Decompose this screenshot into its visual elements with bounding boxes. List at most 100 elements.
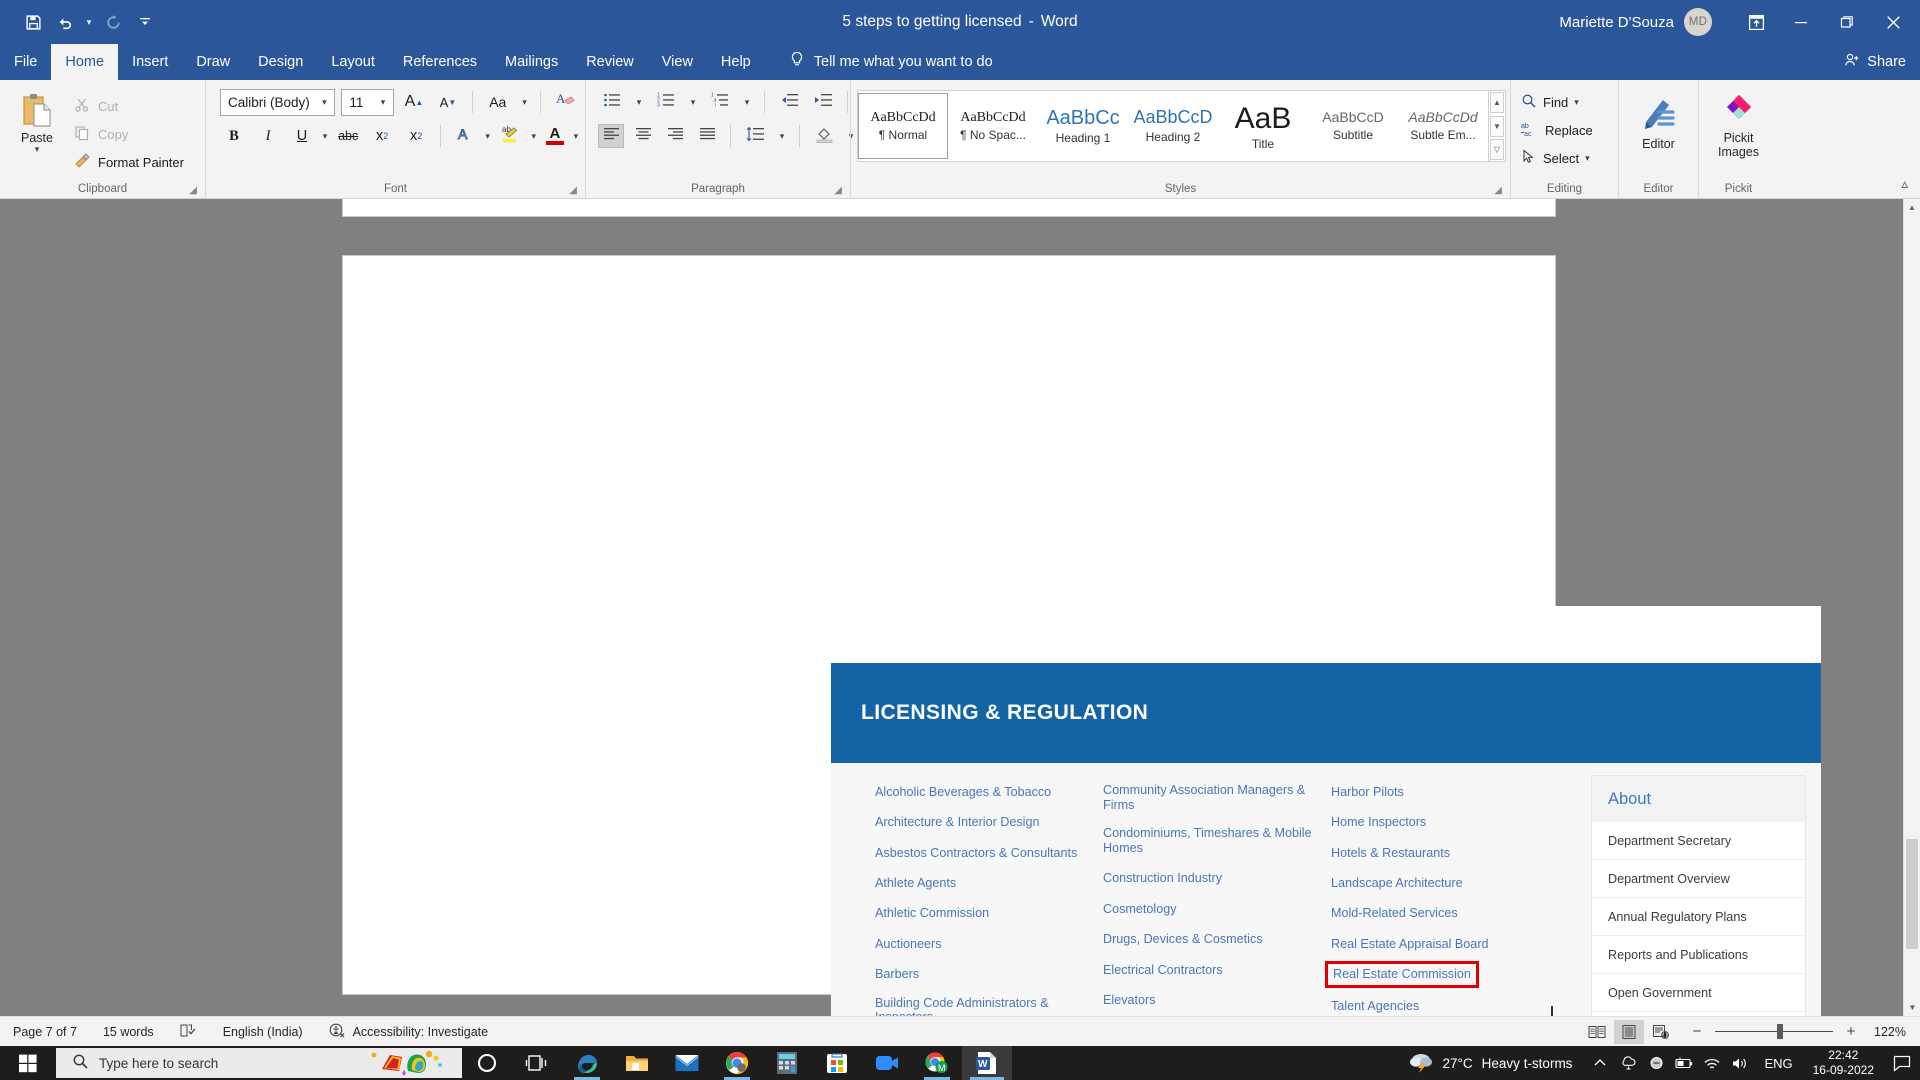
styles-scrollbar[interactable]: ▲ ▼ ▽	[1488, 91, 1505, 161]
format-painter-button[interactable]: Format Painter	[68, 149, 184, 175]
replace-button[interactable]: ab ac Replace	[1521, 118, 1593, 143]
zoom-out-button[interactable]: −	[1688, 1023, 1706, 1040]
paste-chevron-down-icon[interactable]: ▾	[35, 145, 40, 154]
google-chrome-icon[interactable]	[712, 1046, 762, 1080]
tab-home[interactable]: Home	[51, 44, 119, 80]
style-title[interactable]: AaB Title	[1218, 93, 1308, 159]
align-center-button[interactable]	[630, 124, 656, 148]
task-view-icon[interactable]	[512, 1046, 562, 1080]
about-item-reports-and-publications[interactable]: Reports and Publications	[1592, 936, 1805, 974]
style-subtle-emphasis[interactable]: AaBbCcDd Subtle Em...	[1398, 93, 1488, 159]
battery-icon[interactable]	[1670, 1046, 1698, 1080]
link-alcoholic-beverages-tobacco[interactable]: Alcoholic Beverages & Tobacco	[875, 785, 1103, 800]
shrink-font-button[interactable]: A ▼	[434, 88, 462, 116]
link-athlete-agents[interactable]: Athlete Agents	[875, 876, 1103, 891]
numbering-button[interactable]: 123	[652, 88, 680, 116]
scroll-down-icon[interactable]: ▼	[1904, 999, 1920, 1016]
link-asbestos-contractors-consultants[interactable]: Asbestos Contractors & Consultants	[875, 846, 1103, 861]
link-mold-related-services[interactable]: Mold-Related Services	[1331, 906, 1559, 921]
tab-view[interactable]: View	[648, 44, 707, 80]
align-left-button[interactable]	[598, 124, 624, 148]
zoom-slider[interactable]: − +	[1688, 1023, 1860, 1040]
style-heading-2[interactable]: AaBbCcD Heading 2	[1128, 93, 1218, 159]
page-indicator[interactable]: Page 7 of 7	[0, 1025, 90, 1039]
file-explorer-icon[interactable]	[612, 1046, 662, 1080]
change-case-button[interactable]: Aa	[483, 88, 513, 116]
styles-scroll-up-icon[interactable]: ▲	[1490, 92, 1504, 113]
scrollbar-thumb[interactable]	[1906, 839, 1918, 949]
link-real-estate-commission-highlighted[interactable]: Real Estate Commission	[1325, 961, 1479, 988]
link-landscape-architecture[interactable]: Landscape Architecture	[1331, 876, 1559, 891]
text-highlight-chevron-down-icon[interactable]: ▾	[531, 131, 537, 142]
multilevel-list-button[interactable]: 1ai	[706, 88, 734, 116]
align-right-button[interactable]	[662, 124, 688, 148]
weather-widget[interactable]: 27°C Heavy t-storms	[1408, 1050, 1587, 1077]
accessibility-status[interactable]: Accessibility: Investigate	[316, 1022, 501, 1041]
about-item-department-overview[interactable]: Department Overview	[1592, 860, 1805, 898]
text-effects-button[interactable]: A	[451, 122, 479, 150]
undo-icon[interactable]	[50, 7, 80, 37]
styles-dialog-launcher-icon[interactable]: ◢	[1494, 185, 1502, 196]
multilevel-list-chevron-down-icon[interactable]: ▾	[740, 97, 754, 108]
numbering-chevron-down-icon[interactable]: ▾	[686, 97, 700, 108]
zoom-icon[interactable]	[862, 1046, 912, 1080]
underline-button[interactable]: U	[288, 122, 316, 150]
styles-scroll-down-icon[interactable]: ▼	[1490, 115, 1504, 137]
zoom-in-button[interactable]: +	[1842, 1023, 1860, 1040]
link-elevators[interactable]: Elevators	[1103, 993, 1331, 1008]
clock[interactable]: 22:42 16-09-2022	[1803, 1048, 1884, 1078]
avatar[interactable]: MD	[1684, 8, 1712, 36]
paragraph-dialog-launcher-icon[interactable]: ◢	[834, 185, 842, 196]
underline-chevron-down-icon[interactable]: ▾	[322, 131, 328, 142]
microsoft-store-icon[interactable]	[812, 1046, 862, 1080]
tell-me-search[interactable]: Tell me what you want to do	[765, 44, 993, 80]
font-name-combobox[interactable]: Calibri (Body) ▾	[220, 88, 336, 116]
zoom-thumb[interactable]	[1777, 1024, 1784, 1039]
redo-icon[interactable]	[98, 7, 128, 37]
link-talent-agencies[interactable]: Talent Agencies	[1331, 999, 1559, 1014]
justify-button[interactable]	[694, 124, 720, 148]
text-effects-chevron-down-icon[interactable]: ▾	[485, 131, 491, 142]
shading-button[interactable]	[810, 122, 838, 150]
font-size-combobox[interactable]: 11 ▾	[341, 88, 394, 116]
close-icon[interactable]	[1870, 0, 1916, 44]
style-normal[interactable]: AaBbCcDd ¶ Normal	[858, 93, 948, 159]
link-auctioneers[interactable]: Auctioneers	[875, 937, 1103, 952]
link-cosmetology[interactable]: Cosmetology	[1103, 902, 1331, 917]
link-harbor-pilots[interactable]: Harbor Pilots	[1331, 785, 1559, 800]
document-page[interactable]: LICENSING & REGULATION Alcoholic Beverag…	[342, 255, 1821, 1016]
start-icon[interactable]	[0, 1046, 56, 1080]
tab-help[interactable]: Help	[707, 44, 765, 80]
view-print-layout-button[interactable]	[1614, 1019, 1645, 1044]
link-condominiums-timeshares-mobile-homes[interactable]: Condominiums, Timeshares & Mobile Homes	[1103, 826, 1331, 856]
link-construction-industry[interactable]: Construction Industry	[1103, 871, 1331, 886]
language-indicator[interactable]: English (India)	[210, 1025, 316, 1039]
line-spacing-chevron-down-icon[interactable]: ▾	[775, 131, 789, 142]
save-icon[interactable]	[18, 7, 48, 37]
network-icon[interactable]	[1698, 1046, 1726, 1080]
tab-mailings[interactable]: Mailings	[491, 44, 572, 80]
link-drugs-devices-cosmetics[interactable]: Drugs, Devices & Cosmetics	[1103, 932, 1331, 947]
copy-button[interactable]: Copy	[68, 121, 184, 147]
about-item-open-government[interactable]: Open Government	[1592, 974, 1805, 1012]
font-name-chevron-down-icon[interactable]: ▾	[316, 97, 332, 108]
calculator-icon[interactable]	[762, 1046, 812, 1080]
link-building-code-administrators-inspectors[interactable]: Building Code Administrators & Inspector…	[875, 996, 1103, 1016]
find-button[interactable]: Find ▾	[1521, 90, 1593, 115]
text-highlight-button[interactable]: ab	[497, 122, 525, 150]
link-real-estate-appraisal-board[interactable]: Real Estate Appraisal Board	[1331, 937, 1559, 952]
volume-mute-icon[interactable]	[1642, 1046, 1670, 1080]
line-spacing-button[interactable]	[741, 122, 769, 150]
cut-button[interactable]: Cut	[68, 93, 184, 119]
bullets-button[interactable]	[598, 88, 626, 116]
superscript-button[interactable]: x2	[402, 122, 430, 150]
restore-icon[interactable]	[1824, 0, 1870, 44]
view-read-mode-button[interactable]	[1582, 1020, 1612, 1044]
editor-button[interactable]: Editor	[1639, 88, 1679, 151]
zoom-track[interactable]	[1715, 1024, 1834, 1039]
clear-formatting-button[interactable]: A	[551, 88, 579, 116]
collapse-ribbon-icon[interactable]: ▵	[1901, 176, 1908, 192]
undo-dropdown-chevron-down-icon[interactable]: ▾	[82, 7, 96, 37]
tab-review[interactable]: Review	[572, 44, 648, 80]
share-button[interactable]: Share	[1844, 44, 1906, 80]
